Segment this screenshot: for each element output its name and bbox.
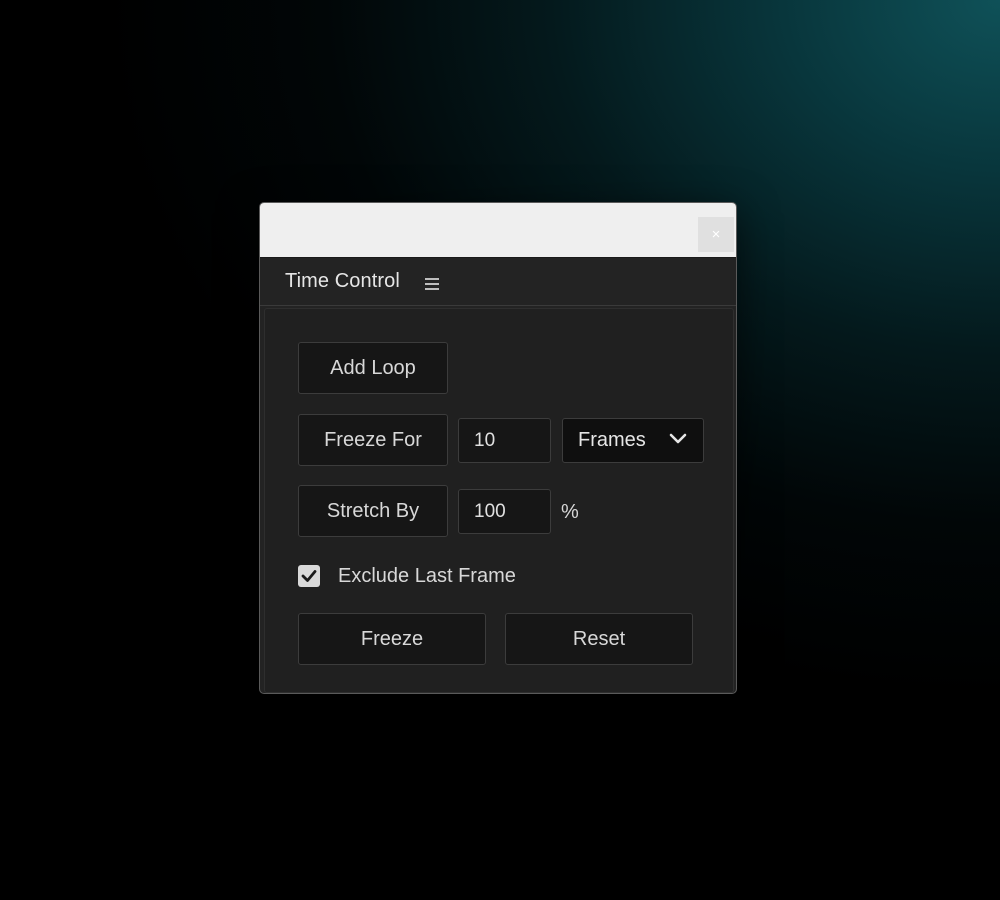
unit-select[interactable]: Frames	[562, 418, 704, 463]
chevron-down-icon	[669, 433, 687, 444]
freeze-button[interactable]: Freeze	[298, 613, 486, 665]
stretch-by-button[interactable]: Stretch By	[298, 485, 448, 537]
stretch-by-input[interactable]: 100	[458, 489, 551, 534]
checkmark-icon	[301, 570, 317, 582]
freeze-for-button[interactable]: Freeze For	[298, 414, 448, 466]
hamburger-menu-icon[interactable]	[425, 278, 439, 290]
panel-header: Time Control	[260, 258, 736, 306]
freeze-for-input[interactable]: 10	[458, 418, 551, 463]
close-icon: ×	[711, 226, 721, 243]
close-button[interactable]: ×	[698, 217, 734, 252]
panel-title: Time Control	[285, 270, 400, 292]
time-control-window: × Time Control Add Loop Freeze For 10 Fr…	[259, 202, 737, 694]
exclude-last-frame-label[interactable]: Exclude Last Frame	[338, 565, 516, 588]
exclude-last-frame-checkbox[interactable]	[298, 565, 320, 587]
reset-button[interactable]: Reset	[505, 613, 693, 665]
unit-select-value: Frames	[578, 429, 646, 451]
window-titlebar[interactable]: ×	[260, 203, 736, 258]
panel-body: Add Loop Freeze For 10 Frames Stretch By…	[264, 308, 734, 693]
add-loop-button[interactable]: Add Loop	[298, 342, 448, 394]
percent-label: %	[561, 501, 579, 523]
